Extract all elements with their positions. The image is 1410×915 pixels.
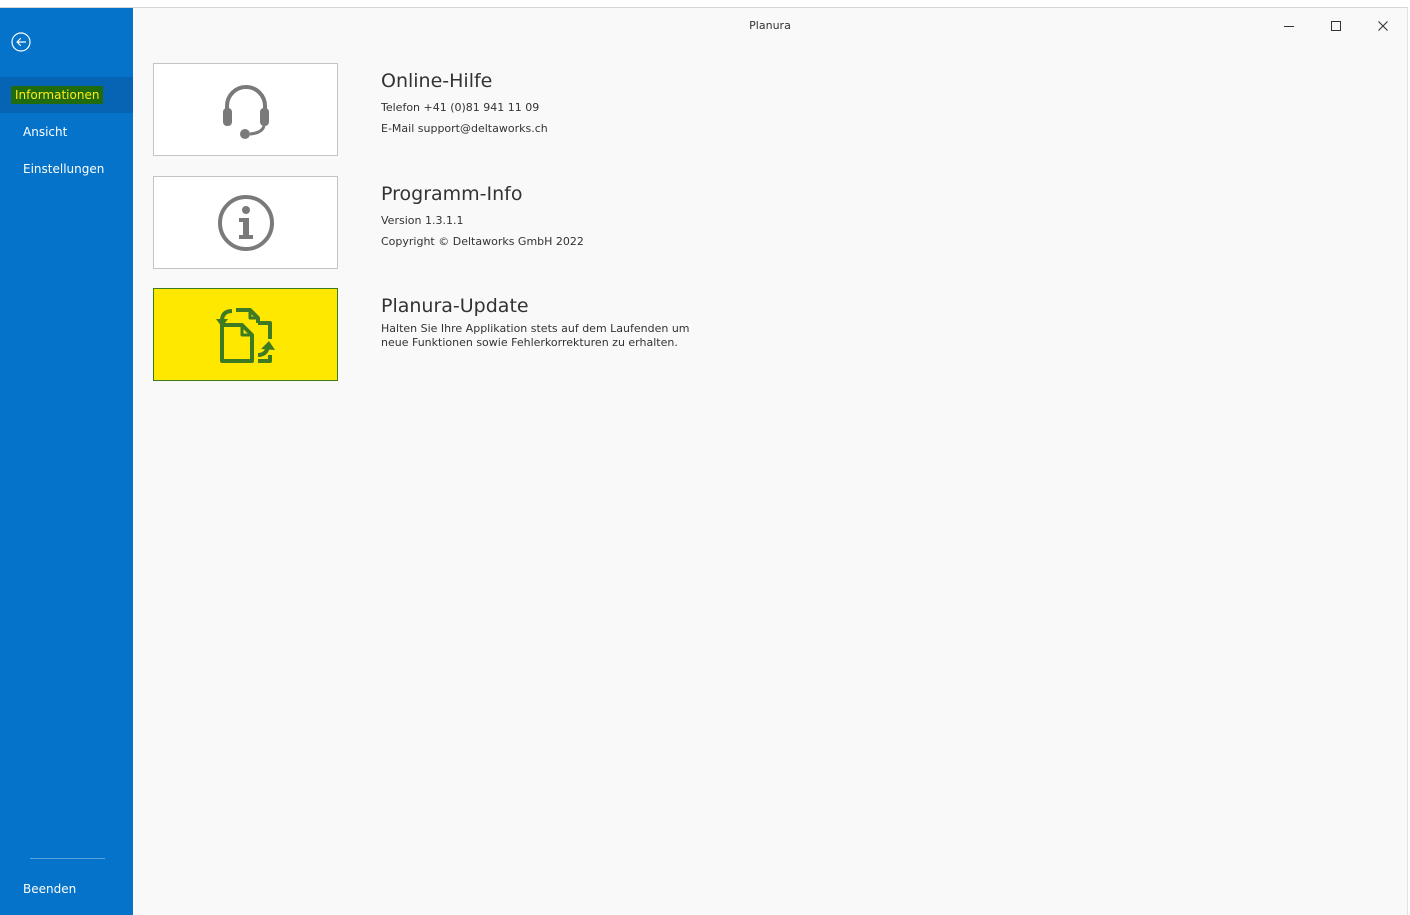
exit-button[interactable]: Beenden [0,871,133,907]
phone-label: Telefon [381,101,421,114]
online-help-card[interactable] [153,63,338,156]
sidebar: Informationen Ansicht Einstellungen Been… [0,8,133,915]
sidebar-item-label: Einstellungen [23,162,105,176]
version-label: Version [381,214,422,227]
phone-value: +41 (0)81 941 11 09 [423,101,540,114]
maximize-button[interactable] [1313,8,1359,44]
headset-icon [222,84,269,139]
update-block: Planura-Update Halten Sie Ihre Applikati… [381,295,981,350]
window-title: Planura [749,19,791,32]
back-arrow-circle-icon [11,32,31,52]
program-info-block: Programm-Info Version 1.3.1.1 Copyright … [381,183,981,252]
email-value[interactable]: support@deltaworks.ch [418,122,548,135]
program-info-title: Programm-Info [381,183,523,205]
email-line: E-Mail support@deltaworks.ch [381,118,981,139]
document-sync-icon [215,307,275,363]
sidebar-item-ansicht[interactable]: Ansicht [0,114,133,150]
info-circle-icon [217,194,274,251]
online-help-title: Online-Hilfe [381,70,493,92]
minimize-button[interactable] [1266,8,1312,44]
email-label: E-Mail [381,122,415,135]
close-button[interactable] [1360,8,1406,44]
exit-label: Beenden [23,882,77,896]
copyright-text: Copyright © Deltaworks GmbH 2022 [381,235,584,248]
minimize-icon [1284,26,1294,27]
version-value: 1.3.1.1 [424,214,464,227]
app-window: Informationen Ansicht Einstellungen Been… [0,7,1408,915]
sidebar-item-label: Ansicht [23,125,68,139]
program-info-card[interactable] [153,176,338,269]
update-card[interactable] [153,288,338,381]
version-line: Version 1.3.1.1 [381,210,981,231]
back-button[interactable] [10,31,32,53]
online-help-block: Online-Hilfe Telefon +41 (0)81 941 11 09… [381,70,981,139]
sidebar-divider [30,858,105,859]
update-description: Halten Sie Ihre Applikation stets auf de… [381,322,690,349]
close-icon [1378,21,1388,31]
update-title: Planura-Update [381,295,529,317]
maximize-icon [1331,21,1341,31]
phone-line: Telefon +41 (0)81 941 11 09 [381,97,981,118]
sidebar-item-label: Informationen [11,86,104,104]
sidebar-item-einstellungen[interactable]: Einstellungen [0,151,133,187]
sidebar-item-informationen[interactable]: Informationen [0,77,133,113]
